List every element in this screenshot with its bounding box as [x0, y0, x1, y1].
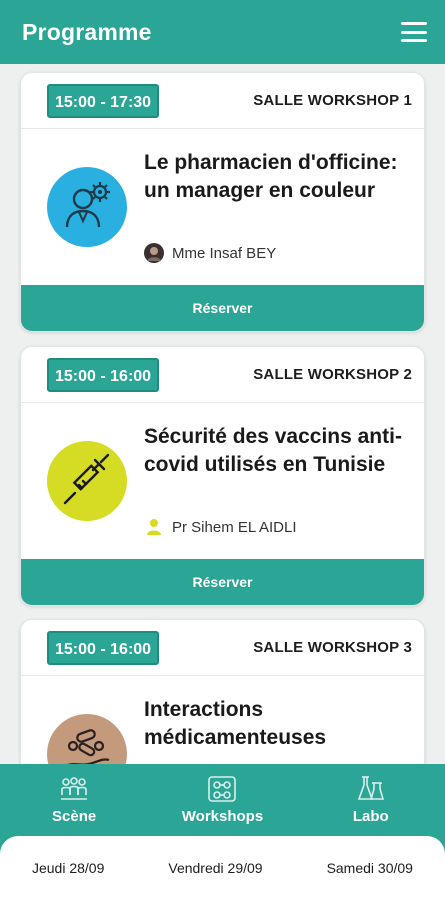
audience-icon	[58, 774, 90, 804]
speaker-avatar-icon	[144, 243, 164, 263]
room-label: SALLE WORKSHOP 3	[253, 639, 412, 656]
day-tab-samedi[interactable]: Samedi 30/09	[323, 854, 417, 882]
tab-labo[interactable]: Labo	[301, 774, 441, 834]
reserve-button[interactable]: Réserver	[21, 285, 424, 331]
tab-scene[interactable]: Scène	[4, 774, 144, 834]
session-title: Le pharmacien d'officine: un manager en …	[144, 151, 398, 202]
page-title: Programme	[22, 18, 152, 45]
time-badge: 15:00 - 16:00	[47, 357, 160, 392]
session-list[interactable]: 15:00 - 17:30 SALLE WORKSHOP 1 Le pharma…	[0, 64, 445, 764]
syringe-icon	[47, 441, 127, 521]
time-badge: 15:00 - 16:00	[47, 630, 160, 665]
app-header: Programme	[0, 0, 445, 64]
day-tab-vendredi[interactable]: Vendredi 29/09	[164, 854, 266, 882]
session-card-header: 15:00 - 17:30 SALLE WORKSHOP 1	[21, 73, 424, 129]
reserve-button[interactable]: Réserver	[21, 559, 424, 605]
manager-gear-icon	[47, 167, 127, 247]
workshops-icon	[206, 774, 238, 804]
session-card-header: 15:00 - 16:00 SALLE WORKSHOP 3	[21, 620, 424, 676]
session-card-header: 15:00 - 16:00 SALLE WORKSHOP 2	[21, 347, 424, 403]
tab-label: Labo	[352, 808, 389, 825]
session-card: 15:00 - 16:00 SALLE WORKSHOP 3 Interacti…	[20, 619, 425, 764]
room-label: SALLE WORKSHOP 2	[253, 366, 412, 383]
menu-icon[interactable]	[401, 22, 427, 42]
tab-label: Workshops	[181, 808, 264, 825]
room-label: SALLE WORKSHOP 1	[253, 92, 412, 109]
tab-workshops[interactable]: Workshops	[152, 774, 292, 834]
session-title: Interactions médicamenteuses	[144, 698, 327, 749]
speaker: Pr Sihem EL AIDLI	[144, 517, 297, 537]
day-tab-jeudi[interactable]: Jeudi 28/09	[28, 854, 108, 882]
speaker-name: Mme Insaf BEY	[172, 244, 277, 262]
person-icon	[144, 517, 164, 537]
pills-hand-icon	[47, 714, 127, 764]
speaker-name: Pr Sihem EL AIDLI	[172, 518, 297, 536]
speaker: Mme Insaf BEY	[144, 243, 276, 263]
day-selector: Jeudi 28/09 Vendredi 29/09 Samedi 30/09	[0, 836, 445, 900]
session-card: 15:00 - 16:00 SALLE WORKSHOP 2 Sécurité …	[20, 346, 425, 606]
session-card: 15:00 - 17:30 SALLE WORKSHOP 1 Le pharma…	[20, 72, 425, 332]
bottom-navigation: Scène Workshops Labo Jeudi 28/09 Vendred…	[0, 764, 445, 900]
tab-label: Scène	[52, 808, 97, 825]
time-badge: 15:00 - 17:30	[47, 83, 160, 118]
flask-icon	[355, 774, 387, 804]
session-title: Sécurité des vaccins anti-covid utilisés…	[144, 425, 402, 476]
